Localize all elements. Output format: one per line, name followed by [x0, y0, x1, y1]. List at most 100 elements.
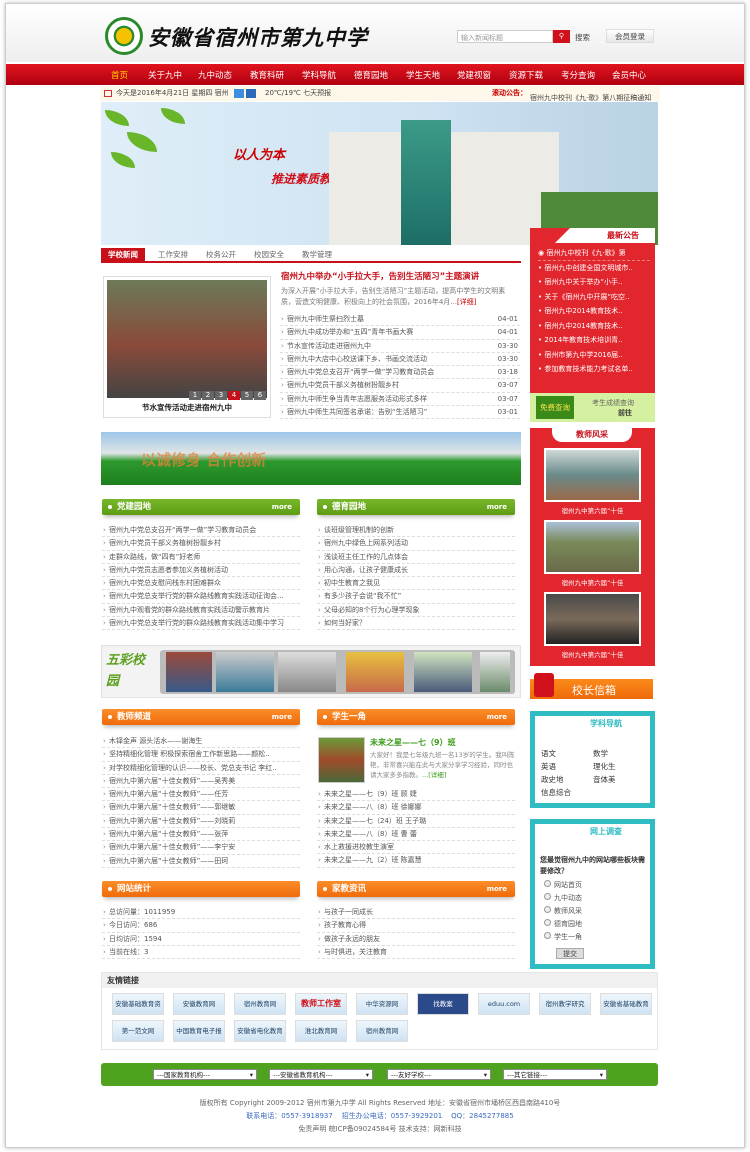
- tab-school-news[interactable]: 学校新闻: [101, 248, 145, 262]
- list-item-title[interactable]: 宿州九中第六届“十佳女教师”——刘晓莉: [109, 817, 235, 825]
- list-item[interactable]: 宿州九中第六届“十佳女教师”——李宁安: [102, 841, 300, 855]
- list-item-title[interactable]: 水上救援进校教生演室: [324, 843, 394, 851]
- pager-1[interactable]: 1: [189, 391, 201, 400]
- list-item-title[interactable]: 未来之星——八（8）班 曹 蕾: [324, 830, 417, 838]
- nav-home[interactable]: 首页: [111, 69, 128, 81]
- score-query-go[interactable]: 前往: [618, 408, 632, 418]
- notice-title[interactable]: 宿州九中校刊《九·歌》第: [546, 249, 625, 257]
- list-item-title[interactable]: 宿州九中党总支举行党的群众路线教育实践活动集中学习: [109, 619, 284, 627]
- list-item[interactable]: 宿州九中党员干部义务植树扮靓乡村: [102, 537, 300, 551]
- subject-arts[interactable]: 音体美: [593, 773, 645, 786]
- subject-humanities[interactable]: 政史地: [541, 773, 593, 786]
- list-item-title[interactable]: 与时俱进，关注教育: [324, 948, 387, 956]
- score-query[interactable]: 免费查询 考生成绩查询 前往: [530, 393, 655, 422]
- list-item-title[interactable]: 走群众路线，做“四有”好老师: [109, 553, 200, 561]
- list-item[interactable]: 当前在线：3: [102, 946, 300, 960]
- list-item[interactable]: 宿州九中观看党的群众路线教育实践活动警示教育片: [102, 604, 300, 618]
- subject-science[interactable]: 理化生: [593, 760, 645, 773]
- notice-title[interactable]: 2014年教育技术培训青..: [544, 336, 622, 344]
- school-logo[interactable]: [105, 17, 143, 55]
- list-item-title[interactable]: 谈班级管理机制的创新: [324, 526, 394, 534]
- radio-button[interactable]: [544, 932, 551, 939]
- temperature[interactable]: 20℃/19℃ 七天预报: [265, 86, 331, 101]
- detail-link[interactable]: [详细]: [457, 298, 476, 306]
- list-item[interactable]: 用心沟通，让孩子健康成长: [317, 564, 515, 578]
- nav-scores[interactable]: 考分查询: [561, 69, 595, 81]
- notice-item[interactable]: ◉ 宿州九中校刊《九·歌》第: [538, 246, 650, 261]
- friend-link[interactable]: eduu.com: [478, 993, 530, 1015]
- subject-english[interactable]: 英语: [541, 760, 593, 773]
- list-item-title[interactable]: 宿州九中观看党的群众路线教育实践活动警示教育片: [109, 606, 270, 614]
- list-item-title[interactable]: 未来之星——七（9）班 顾 婕: [324, 790, 417, 798]
- radio-button[interactable]: [544, 893, 551, 900]
- radio-button[interactable]: [544, 906, 551, 913]
- gallery-photo[interactable]: [414, 652, 472, 692]
- pager-6[interactable]: 6: [254, 391, 266, 400]
- list-item-title[interactable]: 宿州九中党总支召开“两学一做”学习教育动员会: [287, 368, 434, 376]
- list-item-title[interactable]: 未来之星——九（2）班 陈嘉慧: [324, 856, 422, 864]
- friend-link[interactable]: 宿州教育网: [356, 1020, 408, 1042]
- list-item-title[interactable]: 宿州九中师生共同签名承诺：告别“生活陋习”: [287, 408, 427, 416]
- notice-item[interactable]: • 宿州市第九中学2016届..: [538, 348, 650, 363]
- list-item[interactable]: 宿州九中党员干部义务植树扮靓乡村 03-07: [280, 379, 520, 393]
- list-item[interactable]: 未来之星——九（2）班 陈嘉慧: [317, 854, 515, 868]
- notice-title[interactable]: 宿州九中创建全国文明城市..: [544, 264, 632, 272]
- gallery-photo[interactable]: [278, 652, 336, 692]
- list-item[interactable]: 宿州九中第六届“十佳女教师”——田珂: [102, 855, 300, 868]
- survey-option[interactable]: 德育园地: [544, 918, 582, 931]
- list-item[interactable]: 宿州九中党总支举行党的群众路线教育实践活动征询会...: [102, 590, 300, 604]
- list-item-title[interactable]: 宿州九中第六届“十佳女教师”——张萍: [109, 830, 228, 838]
- survey-option[interactable]: 九中动态: [544, 892, 582, 905]
- student-photo[interactable]: [318, 737, 365, 783]
- select-other[interactable]: ---其它链接---: [503, 1069, 607, 1080]
- list-item-title[interactable]: 与孩子一同成长: [324, 908, 373, 916]
- list-item-title[interactable]: 对学校精细化管理的认识——校长、党总支书记 李红..: [109, 764, 277, 772]
- search-icon[interactable]: ⚲: [553, 30, 570, 43]
- friend-link[interactable]: 安徽基础教育资源: [112, 993, 164, 1015]
- list-item-title[interactable]: 宿州九中党总支慰问栈东村困难群众: [109, 579, 221, 587]
- nav-about[interactable]: 关于九中: [148, 69, 182, 81]
- friend-link[interactable]: 中华资源网: [356, 993, 408, 1015]
- footer-icp[interactable]: 免责声明 皖ICP备09024584号 技术支持：网新科技: [100, 1124, 660, 1134]
- nav-party[interactable]: 党建视窗: [457, 69, 491, 81]
- friend-link[interactable]: 宿州教学研究: [539, 993, 591, 1015]
- list-item[interactable]: 对学校精细化管理的认识——校长、党总支书记 李红..: [102, 762, 300, 775]
- list-item[interactable]: 初中生教育之我见: [317, 577, 515, 591]
- list-item[interactable]: 父母必知的8个行为心理学现象: [317, 604, 515, 618]
- list-item[interactable]: 谈班级管理机制的创新: [317, 524, 515, 538]
- list-item-title[interactable]: 宿州九中第六届“十佳女教师”——任芳: [109, 790, 228, 798]
- list-item[interactable]: 如何当好家？: [317, 617, 515, 631]
- teacher-photo[interactable]: [544, 520, 641, 574]
- list-item[interactable]: 宿州九中第六届“十佳女教师”——郭继敏: [102, 801, 300, 815]
- search-input[interactable]: 输入新闻标题: [457, 30, 553, 43]
- login-button[interactable]: 会员登录: [606, 29, 654, 43]
- list-item-title[interactable]: 宿州九中党员志愿者参加义务植树活动: [109, 566, 228, 574]
- friend-link[interactable]: 教师工作室: [295, 993, 347, 1015]
- friend-link[interactable]: 中国教育电子报刊: [173, 1020, 225, 1042]
- friend-link[interactable]: 宿州教育网: [234, 993, 286, 1015]
- headline[interactable]: 宿州九中举办“小手拉大手，告别生活陋习”主题演讲: [281, 270, 479, 282]
- notice-item[interactable]: • 2014年教育技术培训青..: [538, 333, 650, 348]
- list-item-title[interactable]: 当前在线：3: [109, 948, 148, 956]
- list-item[interactable]: 宿州九中成功举办和“五四”青年书画大赛 04-01: [280, 326, 520, 340]
- list-item[interactable]: 与时俱进，关注教育: [317, 946, 515, 960]
- list-item-title[interactable]: 木铎金声 源头活水——谢海生: [109, 737, 202, 745]
- list-item-title[interactable]: 宿州九中师生争当青年志愿服务活动形式多样: [287, 395, 427, 403]
- parents-more[interactable]: more: [487, 881, 507, 897]
- nav-members[interactable]: 会员中心: [612, 69, 646, 81]
- tab-teaching[interactable]: 教学管理: [295, 248, 339, 262]
- list-item-title[interactable]: 宿州九中第六届“十佳女教师”——吴秀美: [109, 777, 235, 785]
- select-national[interactable]: ---国家教育机构---: [153, 1069, 257, 1080]
- pager-2[interactable]: 2: [202, 391, 214, 400]
- list-item-title[interactable]: 宿州九中师生祭扫烈士墓: [287, 315, 364, 323]
- school-name[interactable]: 安徽省宿州市第九中学: [148, 22, 368, 52]
- list-item-title[interactable]: 初中生教育之我见: [324, 579, 380, 587]
- list-item[interactable]: 未来之星——八（8）班 曹 蕾: [317, 828, 515, 842]
- tab-affairs[interactable]: 校务公开: [199, 248, 243, 262]
- notice-title[interactable]: 宿州市第九中学2016届..: [544, 351, 622, 359]
- list-item-title[interactable]: 宿州九中大店中心校送课下乡、书画交流活动: [287, 355, 427, 363]
- pager-3[interactable]: 3: [215, 391, 227, 400]
- teacher-caption[interactable]: 宿州九中第六届“十佳: [530, 505, 655, 515]
- notice-item[interactable]: • 关于《宿州九中开展“吃空..: [538, 290, 650, 305]
- list-item[interactable]: 与孩子一同成长: [317, 906, 515, 920]
